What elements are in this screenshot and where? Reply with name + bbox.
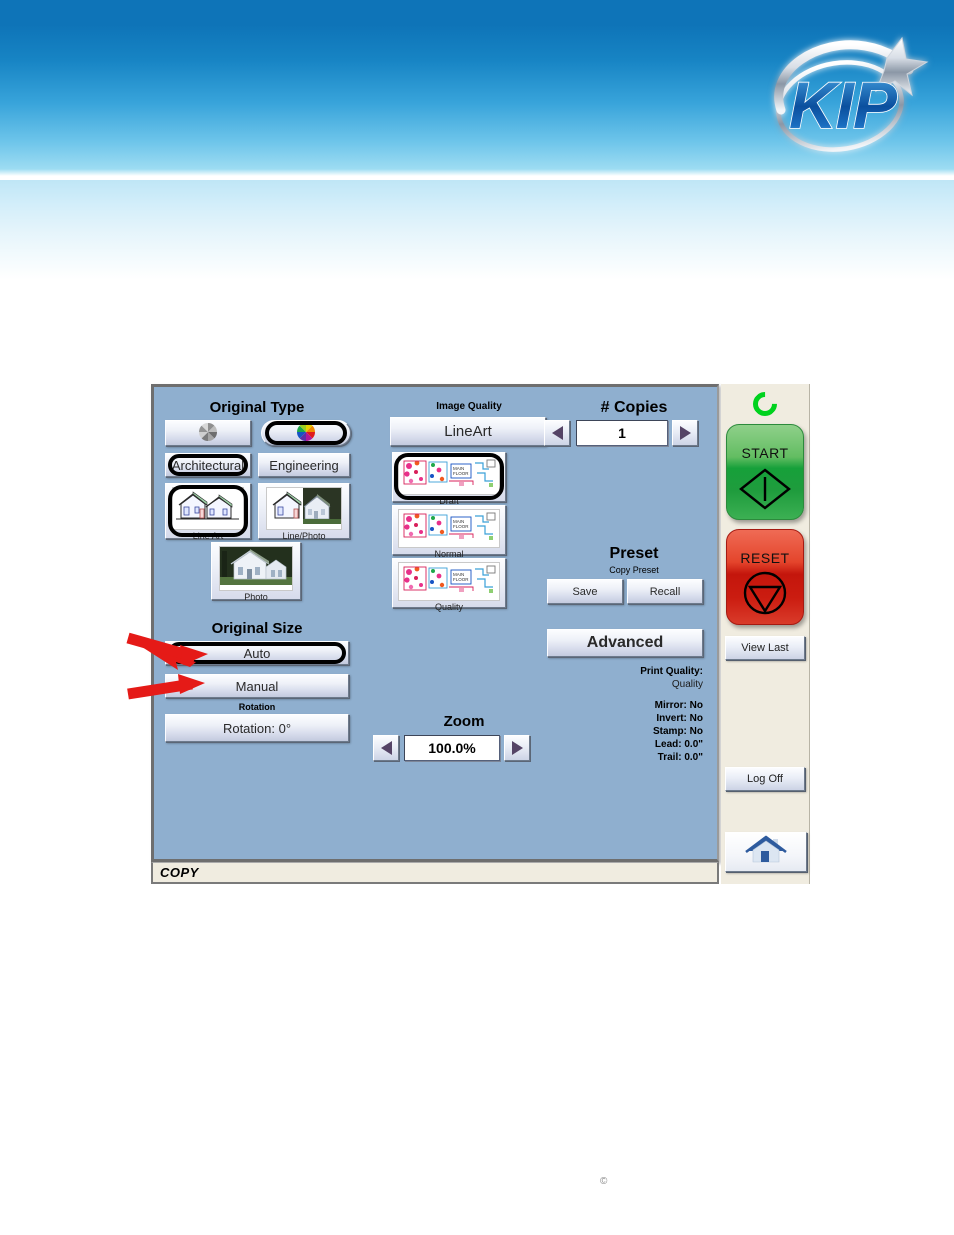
status-bar: COPY bbox=[151, 862, 719, 884]
copies-value-field[interactable]: 1 bbox=[576, 420, 668, 446]
auto-label: Auto bbox=[243, 645, 271, 661]
preset-title: Preset bbox=[609, 545, 659, 562]
architectural-label: Architectural bbox=[171, 457, 245, 473]
page-header-fade bbox=[0, 180, 954, 280]
normal-preview-icon: MAIN FLOOR bbox=[398, 509, 500, 548]
right-triangle-icon bbox=[511, 741, 523, 755]
log-off-button[interactable]: Log Off bbox=[725, 767, 805, 791]
photo-label: Photo bbox=[244, 592, 268, 602]
image-quality-draft-button[interactable]: MAIN FLOOR Draft bbox=[392, 452, 506, 506]
copies-title: # Copies bbox=[600, 399, 668, 416]
zoom-decrement-button[interactable] bbox=[373, 735, 399, 761]
svg-text:FLOOR: FLOOR bbox=[453, 471, 469, 476]
circle-triangle-icon bbox=[740, 570, 790, 621]
diamond-bar-icon bbox=[738, 467, 792, 516]
copies-decrement-button[interactable] bbox=[544, 420, 570, 446]
image-quality-normal-button[interactable]: MAIN FLOOR Normal bbox=[392, 505, 506, 559]
zoom-title: Zoom bbox=[443, 713, 485, 730]
copy-screen: Original Type Architectural Engineering … bbox=[151, 384, 810, 884]
stamp-status: Stamp: No bbox=[653, 726, 703, 737]
svg-text:FLOOR: FLOOR bbox=[453, 524, 469, 529]
preset-subtitle: Copy Preset bbox=[609, 565, 659, 575]
left-triangle-icon bbox=[380, 741, 392, 755]
reset-label: RESET bbox=[740, 550, 790, 566]
quality-preview-icon: MAIN FLOOR bbox=[398, 562, 500, 601]
home-icon bbox=[744, 835, 788, 870]
right-triangle-icon bbox=[679, 426, 691, 440]
rotation-title: Rotation bbox=[238, 702, 276, 712]
copies-increment-button[interactable] bbox=[672, 420, 698, 446]
photo-house-icon bbox=[219, 546, 293, 591]
image-quality-title: Image Quality bbox=[436, 401, 502, 412]
svg-text:KIP: KIP bbox=[789, 68, 898, 142]
mirror-status: Mirror: No bbox=[654, 700, 703, 711]
original-type-engineering-button[interactable]: Engineering bbox=[258, 453, 350, 477]
quality-label: Quality bbox=[434, 602, 463, 612]
image-quality-mode-button[interactable]: LineArt bbox=[390, 417, 546, 446]
original-type-color-button[interactable] bbox=[261, 420, 351, 446]
copy-settings-panel: Original Type Architectural Engineering … bbox=[151, 384, 719, 862]
engineering-label: Engineering bbox=[269, 457, 339, 473]
original-type-line-art-button[interactable]: Line Art bbox=[165, 483, 251, 541]
kip-logo: KIP bbox=[737, 18, 947, 163]
draft-preview-icon: MAIN FLOOR bbox=[398, 456, 500, 495]
invert-status: Invert: No bbox=[656, 713, 703, 724]
line-photo-label: Line/Photo bbox=[282, 531, 326, 541]
print-quality-label: Print Quality: bbox=[640, 666, 703, 677]
home-button[interactable] bbox=[725, 832, 807, 872]
image-quality-quality-button[interactable]: MAIN FLOOR Quality bbox=[392, 558, 506, 612]
advanced-button[interactable]: Advanced bbox=[547, 629, 703, 657]
original-type-architectural-button[interactable]: Architectural bbox=[165, 453, 251, 477]
print-quality-value: Quality bbox=[671, 679, 703, 690]
copyright-mark: © bbox=[600, 1176, 608, 1187]
preset-recall-button[interactable]: Recall bbox=[627, 579, 703, 604]
view-last-button[interactable]: View Last bbox=[725, 636, 805, 660]
original-type-title: Original Type bbox=[209, 399, 305, 416]
preset-save-button[interactable]: Save bbox=[547, 579, 623, 604]
reset-button[interactable]: RESET bbox=[726, 529, 804, 625]
grayscale-pinwheel-icon bbox=[198, 422, 218, 445]
color-pinwheel-icon bbox=[296, 422, 316, 445]
original-type-grayscale-button[interactable] bbox=[165, 420, 251, 446]
original-size-auto-button[interactable]: Auto bbox=[165, 641, 349, 665]
trail-margin: Trail: 0.0" bbox=[657, 752, 703, 763]
status-bar-label: COPY bbox=[160, 865, 199, 880]
zoom-value-field[interactable]: 100.0% bbox=[404, 735, 500, 761]
svg-text:FLOOR: FLOOR bbox=[453, 577, 469, 582]
original-size-manual-button[interactable]: Manual bbox=[165, 674, 349, 698]
original-type-photo-button[interactable]: Photo bbox=[211, 542, 301, 602]
start-button[interactable]: START bbox=[726, 424, 804, 520]
lead-margin: Lead: 0.0" bbox=[654, 739, 703, 750]
original-type-line-photo-button[interactable]: Line/Photo bbox=[258, 483, 350, 541]
start-label: START bbox=[741, 445, 789, 461]
side-action-panel: START RESET View Last Log Off bbox=[721, 384, 810, 884]
ready-ring-icon bbox=[748, 387, 782, 421]
line-art-house-icon bbox=[172, 487, 244, 530]
left-triangle-icon bbox=[551, 426, 563, 440]
rotation-button[interactable]: Rotation: 0° bbox=[165, 714, 349, 742]
line-art-label: Line Art bbox=[192, 531, 224, 541]
manual-label: Manual bbox=[235, 678, 279, 694]
original-size-title: Original Size bbox=[211, 620, 303, 637]
line-photo-house-icon bbox=[266, 487, 342, 530]
job-info-panel: Print Quality: Quality Mirror: No Invert… bbox=[523, 665, 703, 764]
